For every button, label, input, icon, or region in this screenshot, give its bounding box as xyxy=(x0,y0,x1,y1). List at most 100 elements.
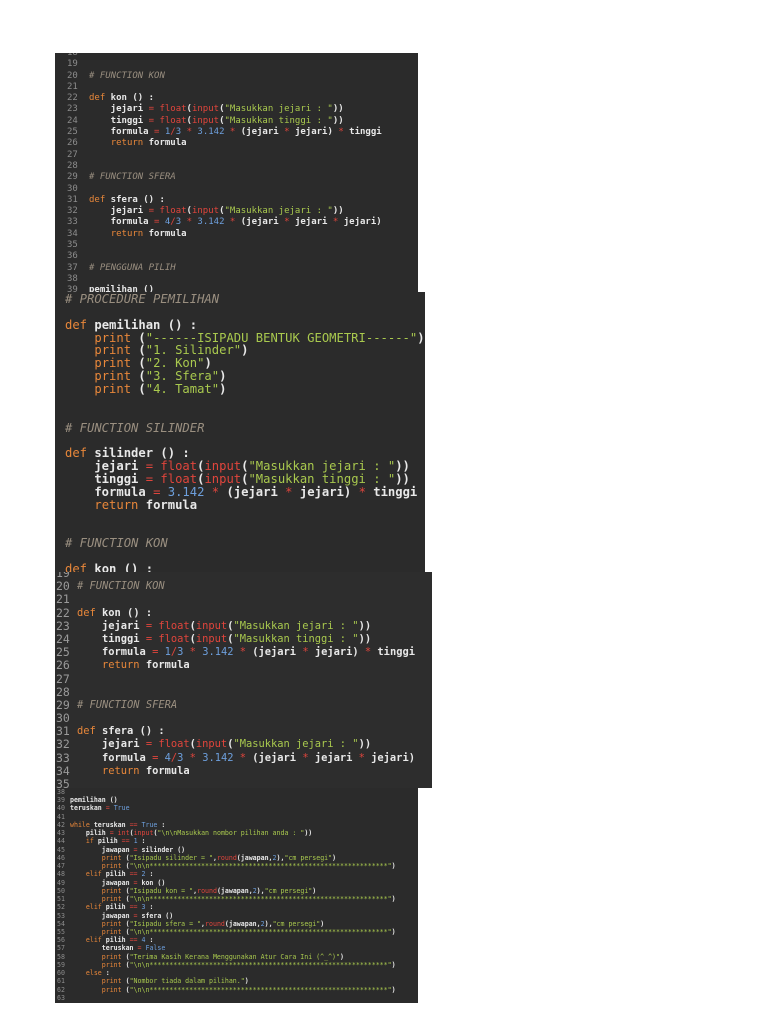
code-line: 40 teruskan = True xyxy=(55,804,418,812)
code-line: # PROCEDURE PEMILIHAN xyxy=(55,293,425,306)
line-number: 23 xyxy=(67,104,78,115)
code-line: 33 formula = 4/3 * 3.142 * (jejari * jej… xyxy=(55,217,418,228)
code-line: 39 pemilihan () xyxy=(55,285,418,292)
line-number xyxy=(55,306,65,319)
line-number: 50 xyxy=(57,886,65,895)
code-text: jejari = float(input("Masukkan jejari : … xyxy=(77,738,372,751)
line-number xyxy=(55,550,65,563)
code-line xyxy=(55,396,425,409)
code-text: elif pilih == 4 : xyxy=(85,936,154,945)
code-line: 30 xyxy=(55,184,418,195)
line-number: 28 xyxy=(56,684,70,699)
code-text: def kon () : xyxy=(89,93,155,104)
code-text: # PENGGUNA PILIH xyxy=(89,262,176,273)
code-text: pilih = int(input("\n\nMasukkan nombor p… xyxy=(70,829,313,838)
code-line: 42 while teruskan == True : xyxy=(55,821,418,829)
code-screenshot-main-loop: 38 39 pemilihan () 40 teruskan = True 41 42 whi… xyxy=(55,788,418,1003)
code-screenshot-pemilihan-silinder: # PROCEDURE PEMILIHAN def pemilihan () : … xyxy=(55,292,425,572)
code-line: 19 xyxy=(55,572,432,580)
line-number xyxy=(55,383,65,396)
line-number: 41 xyxy=(57,812,65,821)
code-line: print ("4. Tamat") xyxy=(55,383,425,396)
line-number xyxy=(55,512,65,525)
code-line: 20 # FUNCTION KON xyxy=(55,579,432,593)
code-text: print ("Isipadu silinder = ",round(jawap… xyxy=(101,853,337,862)
code-text: # FUNCTION SFERA xyxy=(77,698,178,711)
code-line: 30 xyxy=(55,711,432,725)
line-number xyxy=(55,344,65,357)
code-line: 22 def kon () : xyxy=(55,93,418,104)
code-text: formula = 1/3 * 3.142 * (jejari * jejari… xyxy=(89,127,382,138)
code-text: jejari = float(input("Masukkan jejari : … xyxy=(77,619,372,632)
code-line: 31 def sfera () : xyxy=(55,195,418,206)
line-number: 60 xyxy=(57,969,65,978)
line-number xyxy=(55,293,65,306)
code-line: 44 if pilih == 1 : xyxy=(55,837,418,845)
line-number: 38 xyxy=(57,788,65,796)
line-number: 35 xyxy=(67,240,78,251)
code-line: 29 # FUNCTION SFERA xyxy=(55,172,418,183)
code-text: print ("Isipadu kon = ",round(jawapan,2)… xyxy=(101,886,317,895)
code-line: 24 tinggi = float(input("Masukkan tinggi… xyxy=(55,116,418,127)
line-number: 47 xyxy=(57,862,65,871)
code-line: 20 # FUNCTION KON xyxy=(55,71,418,82)
line-number xyxy=(55,537,65,550)
code-line: 51 print ("\n\n*************************… xyxy=(55,895,418,903)
code-line: 46 print ("Isipadu silinder = ",round(ja… xyxy=(55,854,418,862)
code-text: teruskan = True xyxy=(70,804,130,813)
code-text: return formula xyxy=(110,228,187,239)
code-text: formula = 4/3 * 3.142 * (jejari * jejari… xyxy=(89,217,382,228)
code-text: jawapan = silinder () xyxy=(70,845,186,854)
code-line: 28 xyxy=(55,161,418,172)
code-line: 28 xyxy=(55,684,432,699)
line-number: 49 xyxy=(57,878,65,887)
code-line: 34 return formula xyxy=(55,229,418,240)
code-text: if pilih == 1 : xyxy=(85,837,146,846)
line-number: 27 xyxy=(67,149,78,160)
code-line: 22 def kon () : xyxy=(55,606,432,620)
line-number: 39 xyxy=(67,285,78,292)
code-line: 50 print ("Isipadu kon = ",round(jawapan… xyxy=(55,887,418,895)
code-text: pemilihan () xyxy=(70,796,118,805)
line-number: 30 xyxy=(67,183,78,194)
code-line: 25 formula = 1/3 * 3.142 * (jejari * jej… xyxy=(55,645,432,659)
code-line: 23 jejari = float(input("Masukkan jejari… xyxy=(55,619,432,633)
code-line: 27 xyxy=(55,150,418,161)
code-line: 21 xyxy=(55,82,418,93)
code-line: # FUNCTION SILINDER xyxy=(55,421,425,435)
line-number xyxy=(55,370,65,383)
line-number xyxy=(55,563,65,572)
line-number: 33 xyxy=(56,750,70,765)
code-line: 24 tinggi = float(input("Masukkan tinggi… xyxy=(55,632,432,646)
code-text: def sfera () : xyxy=(77,725,165,738)
code-line xyxy=(55,512,425,525)
code-line: 38 xyxy=(55,274,418,285)
line-number: 54 xyxy=(57,919,65,928)
code-text: print ("\n\n****************************… xyxy=(101,927,396,936)
line-number: 42 xyxy=(57,820,65,829)
code-text: return formula xyxy=(102,764,190,777)
line-number: 35 xyxy=(56,777,70,788)
code-line: def kon () : xyxy=(55,563,425,572)
line-number xyxy=(55,319,65,332)
code-screenshot-kon-sfera: 18 19 20 # FUNCTION KON 21 22 def kon () :23 j… xyxy=(55,53,418,292)
line-number: 44 xyxy=(57,837,65,846)
code-text: jawapan = sfera () xyxy=(70,911,174,920)
code-line: 26 return formula xyxy=(55,138,418,149)
code-text: print ("\n\n****************************… xyxy=(101,960,396,969)
code-text: return formula xyxy=(110,138,187,149)
line-number xyxy=(55,396,65,409)
line-number: 21 xyxy=(56,592,70,607)
code-line: 41 xyxy=(55,813,418,821)
code-text: # PROCEDURE PEMILIHAN xyxy=(65,292,220,306)
code-line: 32 jejari = float(input("Masukkan jejari… xyxy=(55,738,432,751)
line-number xyxy=(55,332,65,345)
line-number: 26 xyxy=(56,658,70,673)
code-text: return formula xyxy=(102,659,190,672)
code-line: 23 jejari = float(input("Masukkan jejari… xyxy=(55,104,418,115)
code-line: # FUNCTION KON xyxy=(55,537,425,550)
line-number: 27 xyxy=(56,671,70,686)
code-text: print ("\n\n****************************… xyxy=(101,862,396,871)
code-text: else : xyxy=(85,969,110,978)
code-text: while teruskan == True : xyxy=(70,820,166,829)
